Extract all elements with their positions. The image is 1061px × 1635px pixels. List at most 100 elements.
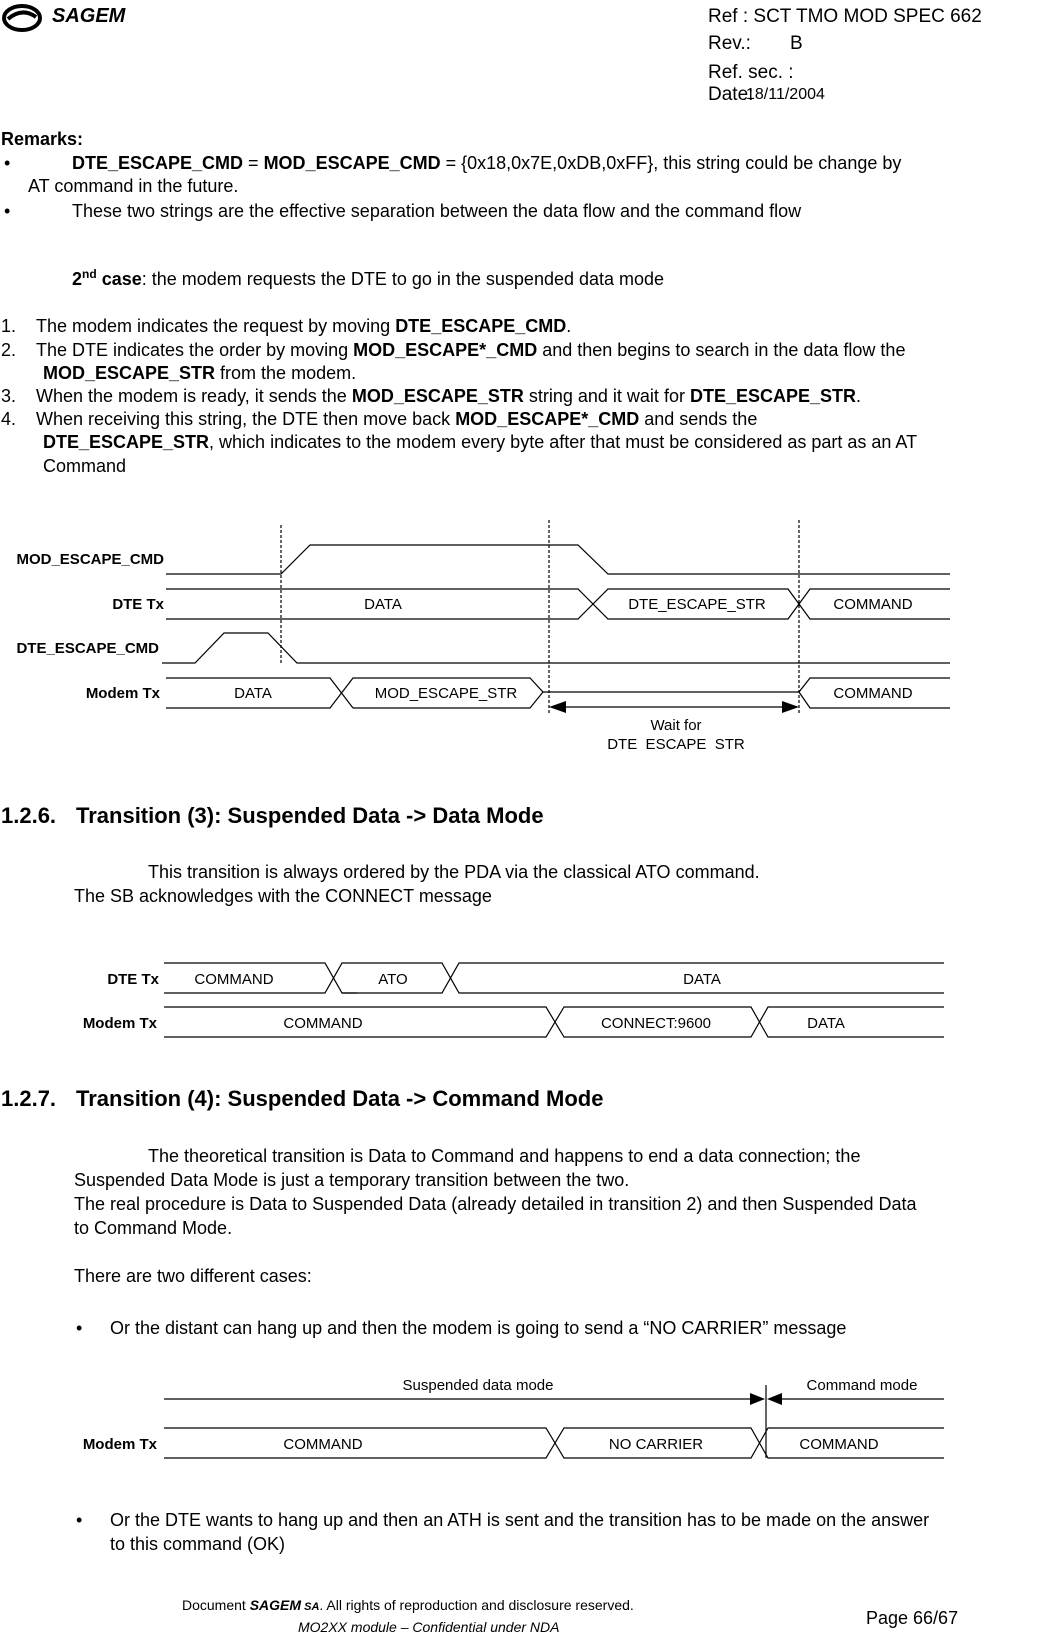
section-number: 1.2.6. [1,803,57,828]
term-dte-escape-cmd: DTE_ESCAPE_CMD [72,153,244,173]
step-4: When receiving this string, the DTE then… [36,409,757,430]
case-bullet-1: Or the distant can hang up and then the … [110,1318,847,1338]
segment-label: COMMAND [833,596,912,613]
text: The DTE indicates the order by moving [36,340,354,360]
term-mod-escape-cmd: MOD_ESCAPE_CMD [263,153,441,173]
text: MOD_ESCAPE_STR [43,363,216,383]
arrow-left-icon [767,1393,782,1405]
case-bullet-2: Or the DTE wants to hang up and then an … [110,1510,930,1530]
paragraph: to Command Mode. [74,1218,233,1238]
ref: Ref : SCT TMO MOD SPEC 662 [708,6,982,27]
text: DTE_ESCAPE_CMD [395,316,567,336]
footer-brand: SAGEM [249,1597,302,1613]
footer-doc: Document SAGEM SA. All rights of reprodu… [182,1597,634,1613]
timing-diagram-no-carrier: Suspended data mode Command mode Modem T… [83,1377,944,1459]
diagram-mark [6,10,38,21]
step-2: The DTE indicates the order by moving MO… [36,340,905,361]
paragraph: The real procedure is Data to Suspended … [74,1194,917,1214]
mode-label: Command mode [807,1377,918,1394]
dte-tx-lower [166,588,950,620]
case2-heading: 2nd case: the modem requests the DTE to … [72,267,664,290]
step-4-cont: DTE_ESCAPE_STR, which indicates to the m… [43,432,917,453]
section-number: 1.2.7. [1,1086,57,1111]
segment-label: DATA [807,1015,845,1032]
step-number: 1. [1,316,17,336]
arrow-left-icon [549,701,566,713]
ref-sec: Ref. sec. : [708,62,794,83]
signal-label: DTE_ESCAPE_CMD [16,640,159,657]
rev-value: B [790,33,803,54]
segment-label: DATA [683,971,721,988]
signal-label: MOD_ESCAPE_CMD [16,551,164,568]
text: MOD_ESCAPE_STR [351,386,524,406]
text: MOD_ESCAPE*_CMD [455,409,640,429]
text: case [96,269,142,289]
paragraph: This transition is always ordered by the… [148,862,760,882]
step-number: 3. [1,386,17,406]
segment-label: COMMAND [283,1015,362,1032]
text: , which indicates to the modem every byt… [209,432,918,452]
section-title: Transition (4): Suspended Data -> Comman… [76,1086,604,1111]
step-1: The modem indicates the request by movin… [36,316,571,337]
text: Document [182,1597,250,1613]
page-number: Page 66/67 [866,1608,959,1628]
signal-label: Modem Tx [83,1015,158,1032]
mode-label: Suspended data mode [403,1377,554,1394]
text: . [856,386,862,406]
sagem-logo-icon [2,4,42,32]
paragraph: The theoretical transition is Data to Co… [148,1146,861,1166]
paragraph: The SB acknowledges with the CONNECT mes… [74,886,492,906]
bullet-icon: • [76,1318,83,1338]
segment-label: DATA [364,596,402,613]
segment-label: DTE_ESCAPE_STR [628,596,766,613]
date-value: 18/11/2004 [746,86,825,103]
paragraph: Suspended Data Mode is just a temporary … [74,1170,630,1190]
timing-diagram-escape: MOD_ESCAPE_CMD DTE Tx DTE_ESCAPE_CMD Mod… [16,520,950,750]
rev-label: Rev.: [708,33,751,54]
dte-tx-line [164,962,944,994]
section-title: Transition (3): Suspended Data -> Data M… [76,803,544,828]
step-4-cont2: Command [43,456,127,476]
text: DTE_ESCAPE_STR [43,432,210,452]
remark-2: These two strings are the effective sepa… [72,201,802,221]
text: string and it wait for [523,386,690,406]
dte-tx-line [342,962,944,994]
arrow-right-icon [750,1393,765,1405]
arrow-right-icon [782,701,799,713]
signal-label: DTE Tx [107,971,159,988]
segment-label: NO CARRIER [609,1436,703,1453]
text: The modem indicates the request by movin… [36,316,396,336]
dte-tx-upper [166,588,950,620]
step-number: 2. [1,340,17,360]
segment-label: COMMAND [194,971,273,988]
wait-label: DTE_ESCAPE_STR [607,736,745,750]
signal-label: DTE Tx [112,596,164,613]
segment-label: MOD_ESCAPE_STR [375,685,518,702]
footer-line2: MO2XX module – Confidential under NDA [298,1619,560,1635]
segment-label: ATO [378,971,407,988]
modem-tx-upper [166,678,950,708]
segment-label: DATA [234,685,272,702]
text: MOD_ESCAPE*_CMD [353,340,538,360]
bullet-icon: • [4,201,11,221]
text: : the modem requests the DTE to go in th… [141,269,665,289]
bullet-icon: • [4,153,11,173]
logo-text: SAGEM [52,5,126,27]
timing-diagram-ato: DTE Tx Modem Tx COMMAND ATO DATA COMMAND… [83,962,944,1038]
remark-1: DTE_ESCAPE_CMD = MOD_ESCAPE_CMD = {0x18,… [72,153,901,174]
segment-label: COMMAND [833,685,912,702]
step-3: When the modem is ready, it sends the MO… [36,386,861,407]
text: DTE_ESCAPE_STR [689,386,856,406]
text: nd [82,267,97,281]
text: = {0x18,0x7E,0xDB,0xFF}, this string cou… [440,153,902,173]
step-number: 4. [1,409,17,429]
text: = [243,153,264,173]
segment-label: COMMAND [799,1436,878,1453]
segment-label: CONNECT:9600 [601,1015,711,1032]
text: from the modem. [215,363,357,383]
dte-escape-cmd-waveform [162,632,950,664]
text: and sends the [639,409,758,429]
bullet-icon: • [76,1510,83,1530]
remarks-title: Remarks: [1,129,84,149]
paragraph: There are two different cases: [74,1266,312,1286]
